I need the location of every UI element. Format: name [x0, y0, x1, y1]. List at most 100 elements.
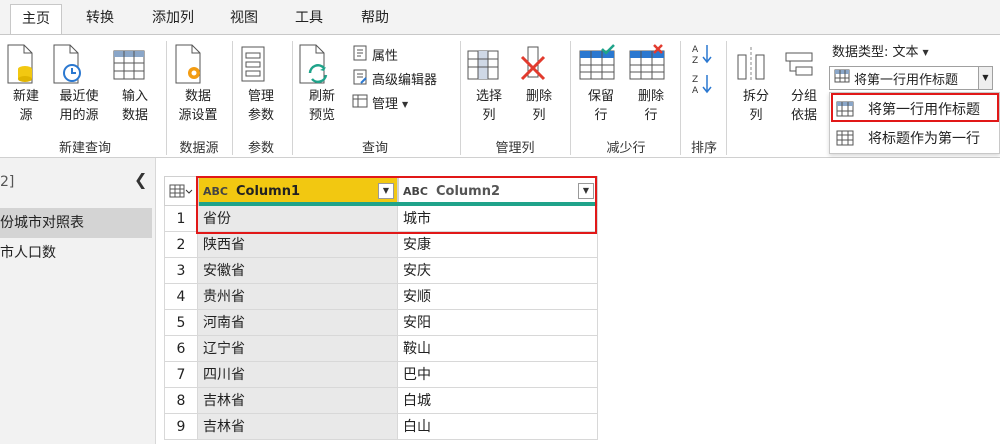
enter-data-button[interactable]: 输入 数据: [112, 43, 158, 125]
menu-item-headers-as-first-row[interactable]: 将标题作为第一行: [830, 124, 1000, 152]
row-number: 8: [164, 388, 198, 414]
ribbon-tabbar: 主页 转换 添加列 视图 工具 帮助: [0, 0, 1000, 34]
filter-dropdown-icon[interactable]: ▼: [378, 183, 394, 199]
group-label-query: 查询: [361, 141, 388, 156]
data-type-dropdown[interactable]: 数据类型: 文本 ▼: [832, 43, 929, 63]
query-item[interactable]: 份城市对照表: [0, 208, 152, 238]
split-column-icon: [734, 43, 778, 85]
remove-rows-icon: [628, 43, 674, 85]
use-first-row-label: 将第一行用作标题: [854, 72, 959, 88]
group-label-data-source: 数据源: [179, 141, 219, 156]
manage-icon: [352, 93, 368, 116]
group-separator: [166, 41, 167, 155]
table-cell[interactable]: 吉林省: [198, 388, 398, 414]
tab-tools[interactable]: 工具: [282, 4, 336, 34]
row-number: 9: [164, 414, 198, 440]
table-cell[interactable]: 吉林省: [198, 414, 398, 440]
refresh-icon: [296, 43, 348, 85]
collapse-chevron-icon[interactable]: ❮: [134, 170, 147, 189]
manage-parameters-label: 管理 参数: [247, 89, 274, 123]
split-column-button[interactable]: 拆分 列: [734, 43, 778, 125]
recent-sources-button[interactable]: 最近使 用的源: [50, 43, 108, 125]
table-cell[interactable]: 陕西省: [198, 232, 398, 258]
svg-text:Z: Z: [692, 56, 698, 65]
group-separator: [726, 41, 727, 155]
svg-text:Z: Z: [692, 75, 698, 85]
recent-sources-icon: [50, 43, 108, 85]
menu-item-label: 将标题作为第一行: [868, 131, 980, 147]
table-cell[interactable]: 巴中: [398, 362, 598, 388]
new-source-label: 新建 源: [12, 89, 39, 123]
row-number: 7: [164, 362, 198, 388]
table-cell[interactable]: 安徽省: [198, 258, 398, 284]
table-cell[interactable]: 省份: [198, 206, 398, 232]
row-number: 3: [164, 258, 198, 284]
tab-help[interactable]: 帮助: [348, 4, 402, 34]
sort-descending-icon: ZA: [692, 73, 712, 102]
split-column-label: 拆分 列: [742, 89, 769, 123]
remove-columns-icon: [516, 43, 562, 85]
table-cell[interactable]: 河南省: [198, 310, 398, 336]
properties-button[interactable]: 属性: [352, 45, 398, 68]
keep-rows-icon: [578, 43, 624, 85]
recent-sources-label: 最近使 用的源: [59, 89, 99, 123]
manage-label: 管理: [372, 96, 399, 112]
tab-transform[interactable]: 转换: [72, 4, 128, 34]
table-cell[interactable]: 贵州省: [198, 284, 398, 310]
text-type-icon[interactable]: ABC: [403, 185, 428, 198]
data-type-label: 数据类型: 文本: [832, 45, 919, 60]
menu-item-use-first-row[interactable]: 将第一行用作标题: [830, 95, 1000, 123]
row-number: 1: [164, 206, 198, 232]
group-label-new-query: 新建查询: [58, 141, 111, 156]
advanced-editor-label: 高级编辑器: [372, 72, 438, 88]
sort-ascending-button[interactable]: AZ: [692, 43, 712, 72]
table-cell[interactable]: 白城: [398, 388, 598, 414]
table-cell[interactable]: 安康: [398, 232, 598, 258]
advanced-editor-button[interactable]: 高级编辑器: [352, 69, 437, 92]
manage-button[interactable]: 管理 ▼: [352, 93, 408, 116]
table-cell[interactable]: 鞍山: [398, 336, 598, 362]
table-cell[interactable]: 辽宁省: [198, 336, 398, 362]
chevron-down-icon[interactable]: ▼: [978, 67, 992, 89]
query-item[interactable]: 市人口数: [0, 238, 152, 268]
sort-ascending-icon: AZ: [692, 43, 712, 72]
table-cell[interactable]: 城市: [398, 206, 598, 232]
tab-add-column[interactable]: 添加列: [138, 4, 208, 34]
use-first-row-split-button[interactable]: 将第一行用作标题 ▼: [829, 66, 993, 90]
chevron-down-icon: ▼: [922, 48, 929, 57]
table-icon: [169, 184, 193, 202]
properties-icon: [352, 45, 368, 68]
filter-dropdown-icon[interactable]: ▼: [578, 183, 594, 199]
svg-text:A: A: [692, 45, 699, 55]
data-source-settings-button[interactable]: 数据 源设置: [172, 43, 224, 125]
tab-view[interactable]: 视图: [218, 4, 270, 34]
data-source-settings-label: 数据 源设置: [178, 89, 218, 123]
group-by-button[interactable]: 分组 依据: [782, 43, 826, 125]
row-number: 6: [164, 336, 198, 362]
choose-columns-icon: [466, 43, 512, 85]
text-type-icon[interactable]: ABC: [203, 185, 228, 198]
row-number: 4: [164, 284, 198, 310]
table-cell[interactable]: 白山: [398, 414, 598, 440]
group-separator: [680, 41, 681, 155]
new-source-icon: [4, 43, 48, 85]
queries-panel: 2] ❮ 份城市对照表 市人口数: [0, 158, 156, 444]
refresh-preview-button[interactable]: 刷新 预览: [296, 43, 348, 125]
table-icon: [836, 130, 854, 146]
keep-rows-label: 保留 行: [587, 89, 614, 123]
table-cell[interactable]: 四川省: [198, 362, 398, 388]
remove-rows-button[interactable]: 删除 行: [628, 43, 674, 125]
new-source-button[interactable]: 新建 源: [4, 43, 48, 125]
sort-descending-button[interactable]: ZA: [692, 73, 712, 102]
table-cell[interactable]: 安阳: [398, 310, 598, 336]
keep-rows-button[interactable]: 保留 行: [578, 43, 624, 125]
table-cell[interactable]: 安庆: [398, 258, 598, 284]
manage-parameters-button[interactable]: 管理 参数: [236, 43, 286, 125]
choose-columns-button[interactable]: 选择 列: [466, 43, 512, 125]
tab-home[interactable]: 主页: [10, 4, 62, 34]
remove-columns-button[interactable]: 删除 列: [516, 43, 562, 125]
table-cell[interactable]: 安顺: [398, 284, 598, 310]
enter-data-label: 输入 数据: [121, 89, 148, 123]
table-menu-button[interactable]: [164, 176, 198, 206]
advanced-editor-icon: [352, 69, 368, 92]
